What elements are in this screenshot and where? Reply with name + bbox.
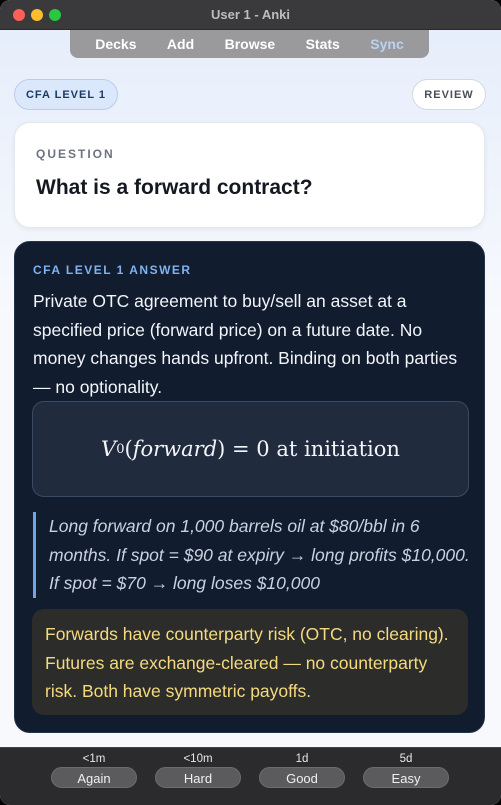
good-button[interactable]: Good [259, 767, 345, 788]
question-card: QUESTION What is a forward contract? [14, 122, 485, 228]
tab-sync[interactable]: Sync [370, 36, 403, 52]
easy-interval: 5d [399, 753, 413, 765]
formula-value: 0 [256, 437, 270, 461]
review-button[interactable]: REVIEW [412, 79, 486, 110]
anki-window: User 1 - Anki Decks Add Browse Stats Syn… [0, 0, 501, 805]
again-column: <1m Again [51, 748, 137, 788]
formula-box: V 0(forward) = 0 at initiation [32, 401, 469, 497]
answer-label: CFA LEVEL 1 ANSWER [33, 263, 192, 277]
good-interval: 1d [295, 753, 309, 765]
answer-body: Private OTC agreement to buy/sell an ass… [33, 291, 458, 397]
question-text: What is a forward contract? [36, 176, 313, 199]
question-label: QUESTION [36, 147, 115, 161]
good-column: 1d Good [259, 748, 345, 788]
main-toolbar: Decks Add Browse Stats Sync [70, 30, 429, 58]
tab-stats[interactable]: Stats [306, 36, 340, 52]
hard-interval: <10m [183, 753, 213, 765]
formula-argument: forward [132, 437, 218, 461]
window-title: User 1 - Anki [211, 7, 290, 22]
again-interval: <1m [82, 753, 106, 765]
easy-column: 5d Easy [363, 748, 449, 788]
answer-bar: <1m Again <10m Hard 1d Good 5d Easy [0, 747, 501, 805]
hard-button[interactable]: Hard [155, 767, 241, 788]
again-button[interactable]: Again [51, 767, 137, 788]
tab-decks[interactable]: Decks [95, 36, 136, 52]
example-quote: Long forward on 1,000 barrels oil at $80… [33, 512, 473, 598]
review-screen: Decks Add Browse Stats Sync CFA LEVEL 1 … [0, 30, 501, 747]
tab-browse[interactable]: Browse [225, 36, 276, 52]
deck-tag-badge: CFA LEVEL 1 [14, 79, 118, 110]
answer-card: CFA LEVEL 1 ANSWER Private OTC agreement… [14, 241, 485, 733]
formula-text: at initiation [276, 437, 400, 461]
hard-column: <10m Hard [155, 748, 241, 788]
formula-symbol: V [101, 437, 117, 461]
title-bar: User 1 - Anki [0, 0, 501, 30]
easy-button[interactable]: Easy [363, 767, 449, 788]
formula-subscript: 0 [116, 441, 125, 457]
note-callout: Forwards have counterparty risk (OTC, no… [32, 609, 468, 715]
tab-add[interactable]: Add [167, 36, 194, 52]
